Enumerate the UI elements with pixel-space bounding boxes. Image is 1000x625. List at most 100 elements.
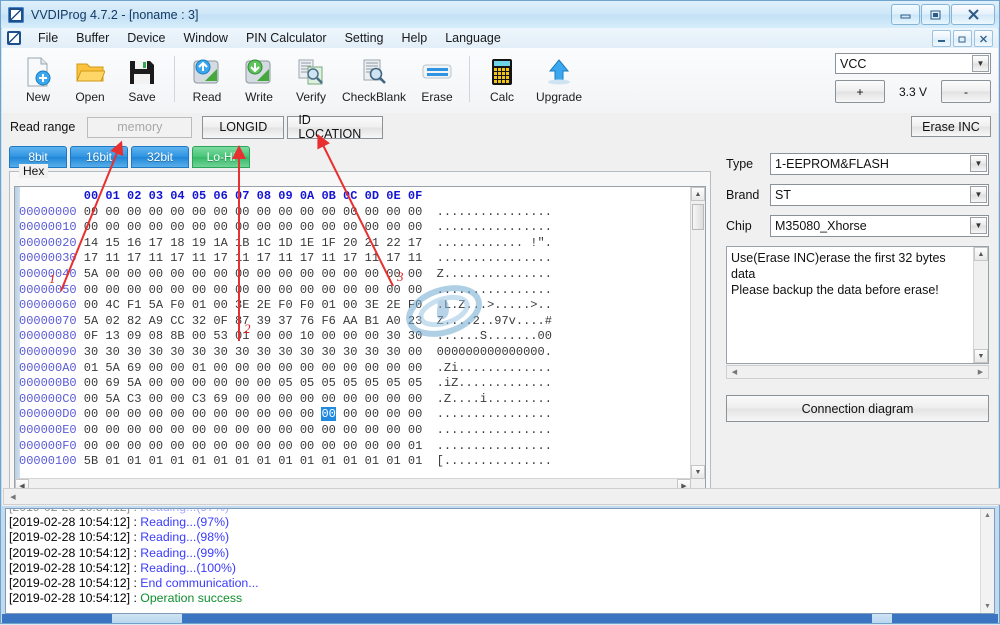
longid-button[interactable]: LONGID — [202, 115, 285, 139]
menu-buffer[interactable]: Buffer — [67, 29, 118, 47]
brand-select[interactable]: ST ▼ — [770, 184, 989, 206]
toolbar-upgrade-button[interactable]: Upgrade — [528, 52, 590, 104]
log-message: Reading...(98%) — [140, 530, 230, 545]
log-message: Reading...(100%) — [140, 560, 236, 575]
scroll-up-icon[interactable]: ▲ — [691, 187, 705, 201]
window-title: VVDIProg 4.7.2 - [noname : 3] — [31, 7, 199, 22]
id-location-button[interactable]: ID LOCATION — [287, 113, 384, 141]
scroll-left-icon[interactable]: ◀ — [728, 366, 741, 378]
scroll-right-icon[interactable]: ▶ — [974, 366, 987, 378]
close-button[interactable] — [951, 4, 995, 25]
app-icon — [8, 6, 24, 23]
memory-input[interactable]: memory — [87, 116, 193, 138]
toolbar-upgrade-label: Upgrade — [535, 90, 583, 104]
scroll-down-icon[interactable]: ▼ — [974, 349, 988, 363]
toolbar-new-label: New — [25, 90, 50, 104]
toolbar-read-button[interactable]: Read — [181, 52, 233, 104]
type-row: Type 1-EEPROM&FLASH ▼ — [726, 153, 989, 175]
log-separator: : — [130, 560, 141, 575]
scroll-left-icon[interactable]: ◀ — [6, 490, 20, 503]
tab-32bit[interactable]: 32bit — [131, 146, 189, 168]
toolbar-separator-2 — [469, 56, 470, 102]
erase-inc-button[interactable]: Erase INC — [911, 116, 991, 137]
log-timestamp: [2019-02-28 10:54:12] — [9, 530, 131, 545]
log-line: [2019-02-28 10:54:12] : Reading...(97%) — [9, 515, 980, 530]
annotation-number-1: 1 — [49, 271, 56, 286]
menu-language[interactable]: Language — [436, 29, 510, 47]
erase-icon — [422, 55, 452, 88]
connection-diagram-button[interactable]: Connection diagram — [726, 395, 989, 422]
hex-vscroll-thumb[interactable] — [692, 204, 704, 230]
floppy-save-icon — [128, 55, 156, 88]
description-vertical-scrollbar[interactable]: ▲ ▼ — [973, 247, 988, 363]
toolbar-write-button[interactable]: Write — [233, 52, 285, 104]
type-select[interactable]: 1-EEPROM&FLASH ▼ — [770, 153, 989, 175]
log-lines: [2019-02-28 10:54:12] : Reading...(97%)[… — [9, 509, 980, 606]
toolbar-new-button[interactable]: New — [12, 52, 64, 104]
toolbar-open-button[interactable]: Open — [64, 52, 116, 104]
tab-lo-hi[interactable]: Lo-Hi — [192, 146, 250, 168]
child-minimize-button[interactable] — [932, 30, 951, 47]
scroll-up-icon[interactable]: ▲ — [981, 509, 994, 522]
vcc-increase-button[interactable]: + — [835, 80, 885, 103]
status-segment-left — [2, 614, 112, 623]
chip-select[interactable]: M35080_Xhorse ▼ — [770, 215, 989, 237]
tab-16bit[interactable]: 16bit — [70, 146, 128, 168]
type-select-value: 1-EEPROM&FLASH — [775, 157, 889, 171]
device-description-box[interactable]: Use(Erase INC)erase the first 32 bytes d… — [726, 246, 989, 364]
read-range-bar: Read range memory LONGID ID LOCATION Era… — [2, 113, 998, 142]
scroll-down-icon[interactable]: ▼ — [981, 600, 994, 613]
chevron-down-icon[interactable]: ▼ — [970, 155, 987, 172]
vcc-select[interactable]: VCC ▼ — [835, 53, 991, 74]
mdi-child-icon[interactable] — [7, 31, 21, 45]
toolbar-calc-button[interactable]: Calc — [476, 52, 528, 104]
child-horizontal-scrollbar[interactable]: ◀ ▶ — [3, 488, 1000, 505]
hex-groupbox: Hex 00 01 02 03 04 05 06 07 08 09 0A 0B … — [9, 164, 711, 499]
minimize-button[interactable] — [891, 4, 920, 25]
hex-view[interactable]: 00 01 02 03 04 05 06 07 08 09 0A 0B 0C 0… — [14, 186, 706, 494]
child-close-button[interactable] — [974, 30, 993, 47]
hex-vertical-scrollbar[interactable]: ▲ ▼ — [690, 187, 705, 479]
vcc-decrease-button[interactable]: - — [941, 80, 991, 103]
toolbar-verify-button[interactable]: Verify — [285, 52, 337, 104]
device-pane: Type 1-EEPROM&FLASH ▼ Brand ST ▼ Chip M3… — [720, 143, 995, 501]
hex-groupbox-label: Hex — [19, 164, 49, 178]
chip-select-value: M35080_Xhorse — [775, 219, 867, 233]
read-chip-icon — [192, 55, 222, 88]
chevron-down-icon[interactable]: ▼ — [970, 217, 987, 234]
log-separator: : — [130, 530, 141, 545]
menu-window[interactable]: Window — [175, 29, 237, 47]
description-horizontal-scrollbar[interactable]: ◀ ▶ — [726, 365, 989, 379]
log-separator: : — [130, 515, 141, 530]
write-chip-icon — [244, 55, 274, 88]
scroll-up-icon[interactable]: ▲ — [974, 247, 988, 261]
menu-help[interactable]: Help — [392, 29, 436, 47]
menu-device[interactable]: Device — [118, 29, 174, 47]
toolbar-save-button[interactable]: Save — [116, 52, 168, 104]
menu-file[interactable]: File — [29, 29, 67, 47]
hex-pane: 8bit 16bit 32bit Lo-Hi Hex 00 01 02 03 0… — [5, 143, 717, 501]
toolbar-erase-button[interactable]: Erase — [411, 52, 463, 104]
log-vertical-scrollbar[interactable]: ▲ ▼ — [980, 509, 994, 613]
annotation-number-3: 3 — [397, 269, 404, 284]
toolbar-checkblank-label: CheckBlank — [341, 90, 407, 104]
menu-setting[interactable]: Setting — [336, 29, 393, 47]
hex-content[interactable]: 00 01 02 03 04 05 06 07 08 09 0A 0B 0C 0… — [15, 187, 691, 479]
scroll-down-icon[interactable]: ▼ — [691, 465, 705, 479]
maximize-button[interactable] — [921, 4, 950, 25]
log-line: [2019-02-28 10:54:12] : Reading...(97%) — [9, 509, 980, 515]
chevron-down-icon[interactable]: ▼ — [970, 186, 987, 203]
window-controls — [891, 4, 995, 25]
menu-pin-calculator[interactable]: PIN Calculator — [237, 29, 336, 47]
toolbar-checkblank-button[interactable]: CheckBlank — [337, 52, 411, 104]
child-restore-button[interactable] — [953, 30, 972, 47]
main-body: 8bit 16bit 32bit Lo-Hi Hex 00 01 02 03 0… — [2, 141, 998, 506]
chevron-down-icon[interactable]: ▼ — [972, 55, 989, 72]
log-panel[interactable]: [2019-02-28 10:54:12] : Reading...(97%)[… — [5, 508, 995, 614]
chip-row: Chip M35080_Xhorse ▼ — [726, 215, 989, 237]
annotation-number-2: 2 — [244, 321, 251, 336]
log-message: End communication... — [140, 576, 259, 591]
brand-label: Brand — [726, 188, 760, 202]
log-timestamp: [2019-02-28 10:54:12] — [9, 509, 130, 514]
upgrade-arrow-icon — [545, 55, 573, 88]
